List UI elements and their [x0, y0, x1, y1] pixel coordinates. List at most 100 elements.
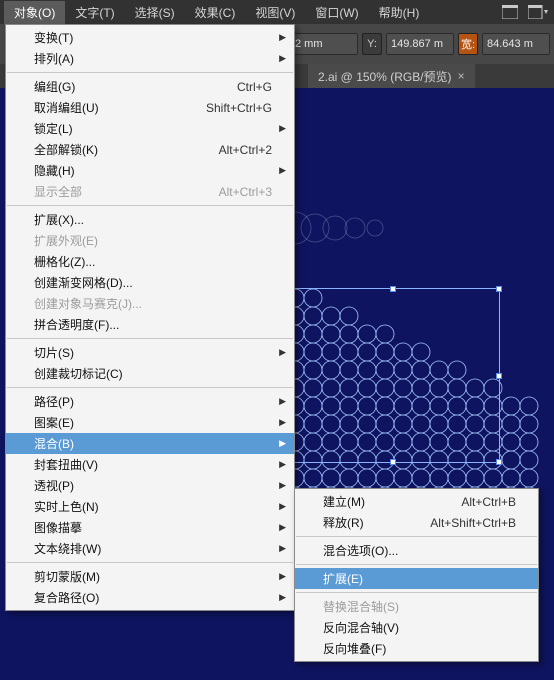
menu-item-shortcut: Shift+Ctrl+G [194, 101, 272, 115]
selection-handle[interactable] [390, 459, 396, 465]
menu-item-label: 建立(M) [323, 493, 449, 510]
menu-item[interactable]: 实时上色(N) [6, 496, 294, 517]
menu-item-label: 扩展外观(E) [34, 232, 272, 249]
menu-item-label: 隐藏(H) [34, 162, 272, 179]
menu-window[interactable]: 窗口(W) [305, 1, 368, 24]
menu-item-label: 路径(P) [34, 393, 272, 410]
menu-item[interactable]: 释放(R)Alt+Shift+Ctrl+B [295, 512, 538, 533]
menu-item-label: 释放(R) [323, 514, 418, 531]
menu-item[interactable]: 栅格化(Z)... [6, 251, 294, 272]
menu-item-label: 实时上色(N) [34, 498, 272, 515]
menu-item[interactable]: 路径(P) [6, 391, 294, 412]
menu-item[interactable]: 图像描摹 [6, 517, 294, 538]
menu-item-label: 图像描摹 [34, 519, 272, 536]
menu-item-label: 复合路径(O) [34, 589, 272, 606]
menu-item[interactable]: 创建裁切标记(C) [6, 363, 294, 384]
menu-item[interactable]: 切片(S) [6, 342, 294, 363]
width-label-icon: 宽: [458, 33, 478, 55]
menu-item-label: 创建裁切标记(C) [34, 365, 272, 382]
document-tab[interactable]: 2.ai @ 150% (RGB/预览) × [308, 64, 475, 88]
menu-item-label: 图案(E) [34, 414, 272, 431]
menu-item[interactable]: 取消编组(U)Shift+Ctrl+G [6, 97, 294, 118]
close-icon[interactable]: × [458, 69, 465, 83]
menu-item[interactable]: 创建渐变网格(D)... [6, 272, 294, 293]
y-field[interactable]: 149.867 m [386, 33, 454, 55]
menu-item-label: 排列(A) [34, 50, 272, 67]
menu-item-label: 透视(P) [34, 477, 272, 494]
menu-item-label: 全部解锁(K) [34, 141, 207, 158]
menu-item: 替换混合轴(S) [295, 596, 538, 617]
menu-item[interactable]: 文本绕排(W) [6, 538, 294, 559]
menu-effect[interactable]: 效果(C) [185, 1, 246, 24]
menu-separator [7, 562, 293, 563]
selection-box[interactable] [285, 288, 500, 463]
menu-item[interactable]: 全部解锁(K)Alt+Ctrl+2 [6, 139, 294, 160]
menu-item[interactable]: 剪切蒙版(M) [6, 566, 294, 587]
blend-submenu: 建立(M)Alt+Ctrl+B释放(R)Alt+Shift+Ctrl+B混合选项… [294, 488, 539, 662]
menu-item[interactable]: 排列(A) [6, 48, 294, 69]
menu-item[interactable]: 扩展(E) [295, 568, 538, 589]
menu-text[interactable]: 文字(T) [65, 1, 124, 24]
width-field[interactable]: 84.643 m [482, 33, 550, 55]
menu-item[interactable]: 混合选项(O)... [295, 540, 538, 561]
menu-item[interactable]: 混合(B) [6, 433, 294, 454]
x-field[interactable]: 2 mm [290, 33, 358, 55]
layout-icon[interactable] [498, 3, 522, 21]
menu-separator [296, 564, 537, 565]
menu-item-label: 反向堆叠(F) [323, 640, 516, 657]
menu-item[interactable]: 透视(P) [6, 475, 294, 496]
menu-item-label: 变换(T) [34, 29, 272, 46]
selection-handle[interactable] [390, 286, 396, 292]
menu-separator [7, 205, 293, 206]
layout-chevron-icon[interactable] [526, 3, 550, 21]
menubar: 对象(O) 文字(T) 选择(S) 效果(C) 视图(V) 窗口(W) 帮助(H… [0, 0, 554, 24]
menu-select[interactable]: 选择(S) [125, 1, 185, 24]
selection-handle[interactable] [496, 459, 502, 465]
menu-item-label: 反向混合轴(V) [323, 619, 516, 636]
menu-item[interactable]: 反向堆叠(F) [295, 638, 538, 659]
menu-separator [7, 338, 293, 339]
menu-item-label: 扩展(X)... [34, 211, 272, 228]
menu-item-label: 剪切蒙版(M) [34, 568, 272, 585]
menu-item-label: 创建对象马赛克(J)... [34, 295, 272, 312]
menu-object[interactable]: 对象(O) [4, 1, 65, 24]
menu-item-label: 显示全部 [34, 183, 207, 200]
document-tab-title: 2.ai @ 150% (RGB/预览) [318, 68, 452, 85]
menu-item: 扩展外观(E) [6, 230, 294, 251]
menu-item-shortcut: Alt+Ctrl+2 [207, 143, 272, 157]
selection-handle[interactable] [496, 286, 502, 292]
menu-item-label: 替换混合轴(S) [323, 598, 516, 615]
menu-item[interactable]: 复合路径(O) [6, 587, 294, 608]
menu-separator [7, 72, 293, 73]
menu-view[interactable]: 视图(V) [245, 1, 305, 24]
menu-item-label: 文本绕排(W) [34, 540, 272, 557]
menu-item[interactable]: 图案(E) [6, 412, 294, 433]
menu-help[interactable]: 帮助(H) [369, 1, 430, 24]
y-label-icon: Y: [362, 33, 382, 55]
menu-item: 创建对象马赛克(J)... [6, 293, 294, 314]
menu-separator [7, 387, 293, 388]
menu-item-label: 创建渐变网格(D)... [34, 274, 272, 291]
menu-item-label: 切片(S) [34, 344, 272, 361]
menu-item-label: 封套扭曲(V) [34, 456, 272, 473]
menu-item[interactable]: 反向混合轴(V) [295, 617, 538, 638]
menu-item[interactable]: 锁定(L) [6, 118, 294, 139]
menu-item[interactable]: 编组(G)Ctrl+G [6, 76, 294, 97]
object-menu-dropdown: 变换(T)排列(A)编组(G)Ctrl+G取消编组(U)Shift+Ctrl+G… [5, 24, 295, 611]
menu-item-label: 锁定(L) [34, 120, 272, 137]
menu-item-label: 编组(G) [34, 78, 225, 95]
menu-item[interactable]: 封套扭曲(V) [6, 454, 294, 475]
menu-item[interactable]: 拼合透明度(F)... [6, 314, 294, 335]
menu-item[interactable]: 扩展(X)... [6, 209, 294, 230]
menu-separator [296, 592, 537, 593]
menu-item-shortcut: Alt+Ctrl+3 [207, 185, 272, 199]
selection-handle[interactable] [496, 373, 502, 379]
menu-item: 显示全部Alt+Ctrl+3 [6, 181, 294, 202]
menu-item[interactable]: 隐藏(H) [6, 160, 294, 181]
menu-item-shortcut: Ctrl+G [225, 80, 272, 94]
menu-item[interactable]: 变换(T) [6, 27, 294, 48]
menu-item-shortcut: Alt+Ctrl+B [449, 495, 516, 509]
menu-item-label: 混合(B) [34, 435, 272, 452]
menu-item-label: 取消编组(U) [34, 99, 194, 116]
menu-item[interactable]: 建立(M)Alt+Ctrl+B [295, 491, 538, 512]
